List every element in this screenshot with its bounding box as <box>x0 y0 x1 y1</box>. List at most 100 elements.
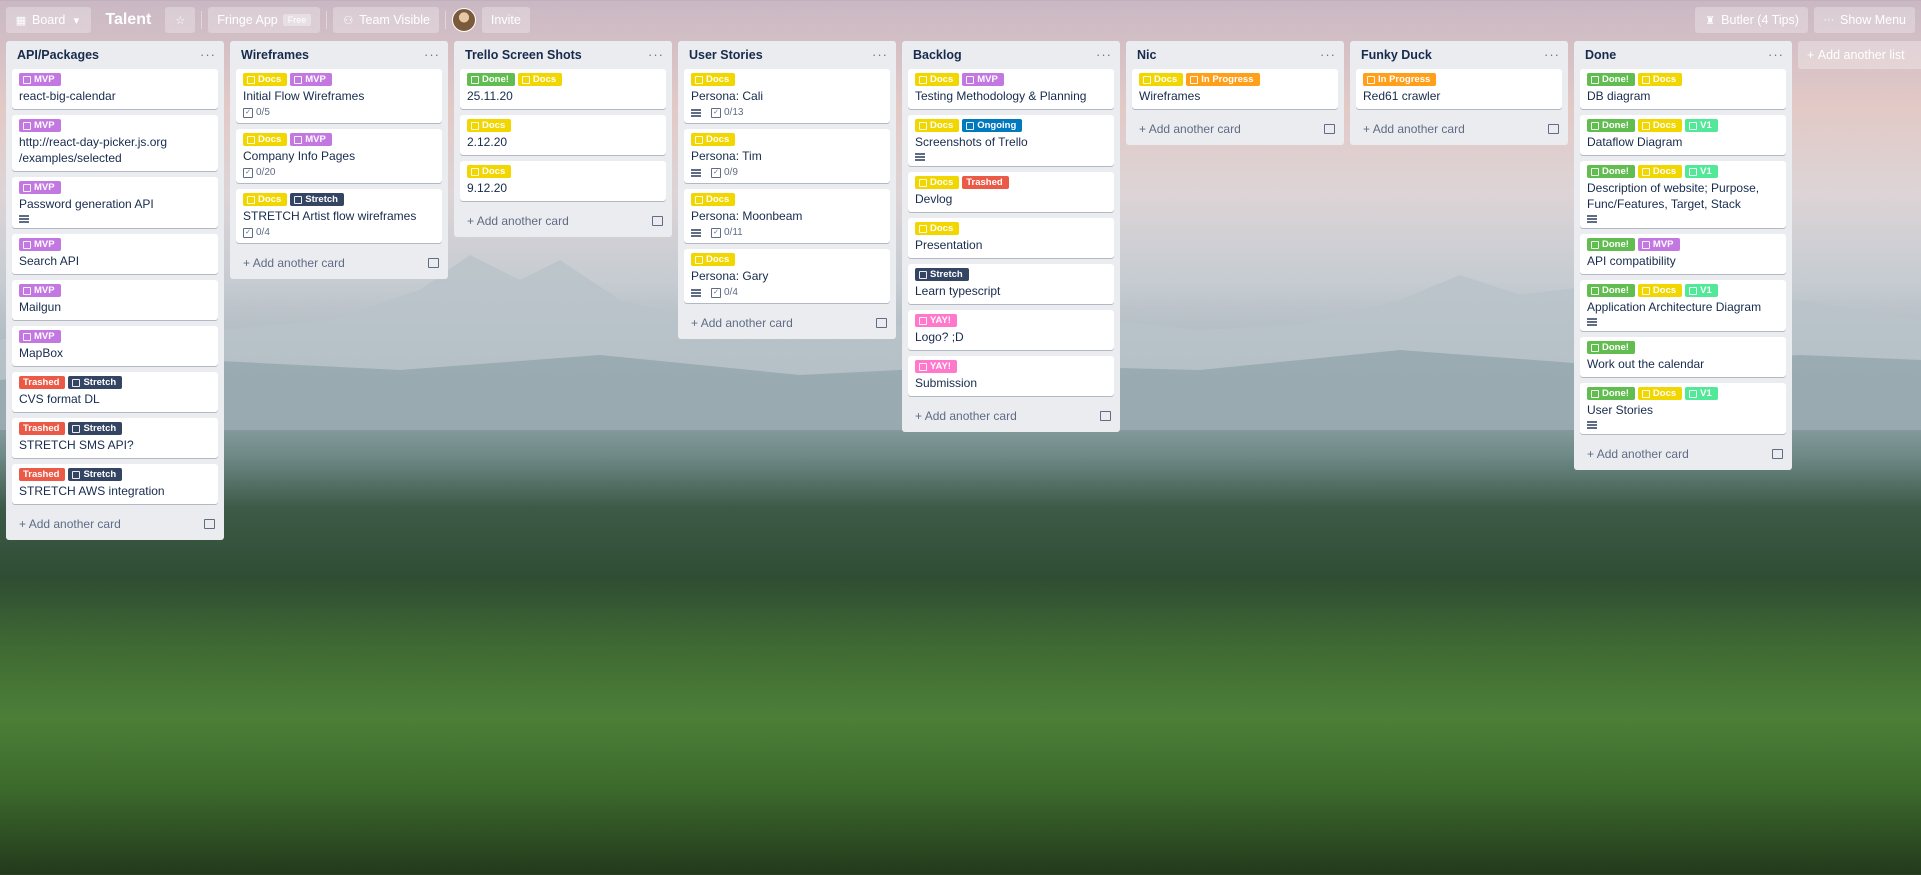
card[interactable]: Docs Persona: Gary ✓ 0/4 <box>684 249 890 303</box>
card[interactable]: MVP Password generation API <box>12 177 218 228</box>
card[interactable]: Docs In Progress Wireframes <box>1132 69 1338 109</box>
add-list-button[interactable]: + Add another list <box>1798 41 1921 69</box>
list-menu-icon[interactable]: ··· <box>1320 48 1336 61</box>
list-header[interactable]: Done ··· <box>1574 41 1792 69</box>
list-menu-icon[interactable]: ··· <box>648 48 664 61</box>
card[interactable]: MVP Mailgun <box>12 280 218 320</box>
label-icon <box>247 195 255 204</box>
card[interactable]: Trashed Stretch CVS format DL <box>12 372 218 412</box>
butler-button[interactable]: ♜ Butler (4 Tips) <box>1695 7 1808 33</box>
card-template-icon[interactable] <box>1100 411 1111 421</box>
add-card-button[interactable]: + Add another card <box>1587 447 1689 461</box>
add-card-button[interactable]: + Add another card <box>243 256 345 270</box>
list-header[interactable]: Nic ··· <box>1126 41 1344 69</box>
label-icon <box>23 286 31 295</box>
board-view-button[interactable]: ▦ Board ▾ <box>6 7 92 33</box>
card-title: 2.12.20 <box>467 135 508 149</box>
add-card-button[interactable]: + Add another card <box>691 316 793 330</box>
add-card-button[interactable]: + Add another card <box>1363 122 1465 136</box>
card[interactable]: Docs Trashed Devlog <box>908 172 1114 212</box>
card[interactable]: Trashed Stretch STRETCH SMS API? <box>12 418 218 458</box>
card[interactable]: MVP MapBox <box>12 326 218 366</box>
list-title[interactable]: User Stories <box>689 48 763 62</box>
list-menu-icon[interactable]: ··· <box>424 48 440 61</box>
star-button[interactable]: ☆ <box>165 7 196 33</box>
board-title[interactable]: Talent <box>97 11 159 29</box>
card-template-icon[interactable] <box>1324 124 1335 134</box>
card-template-icon[interactable] <box>1772 449 1783 459</box>
list-menu-icon[interactable]: ··· <box>1768 48 1784 61</box>
card[interactable]: Docs MVP Company Info Pages ✓ 0/20 <box>236 129 442 183</box>
list-1: API/Packages ··· MVP react-big-calendar M… <box>6 41 224 540</box>
card[interactable]: Stretch Learn typescript <box>908 264 1114 304</box>
card-template-icon[interactable] <box>652 216 663 226</box>
list-menu-icon[interactable]: ··· <box>200 48 216 61</box>
visibility-button[interactable]: ⚇ Team Visible <box>333 7 439 33</box>
card[interactable]: Trashed Stretch STRETCH AWS integration <box>12 464 218 504</box>
card[interactable]: MVP react-big-calendar <box>12 69 218 109</box>
show-menu-button[interactable]: ··· Show Menu <box>1813 7 1915 33</box>
list-title[interactable]: API/Packages <box>17 48 99 62</box>
card-template-icon[interactable] <box>1548 124 1559 134</box>
list-header[interactable]: Backlog ··· <box>902 41 1120 69</box>
card-label: Done! <box>1587 119 1635 132</box>
card[interactable]: Done! Docs V1 User Stories <box>1580 383 1786 434</box>
invite-button[interactable]: Invite <box>481 7 530 33</box>
card[interactable]: Docs Persona: Cali ✓ 0/13 <box>684 69 890 123</box>
list-menu-icon[interactable]: ··· <box>1544 48 1560 61</box>
list-title[interactable]: Wireframes <box>241 48 309 62</box>
card[interactable]: Done! Docs DB diagram <box>1580 69 1786 109</box>
card[interactable]: Done! Docs V1 Application Architecture Dia… <box>1580 280 1786 331</box>
list-2: Wireframes ··· Docs MVP Initial Flow Wire… <box>230 41 448 279</box>
card[interactable]: Docs Persona: Moonbeam ✓ 0/11 <box>684 189 890 243</box>
card-template-icon[interactable] <box>876 318 887 328</box>
card[interactable]: YAY! Submission <box>908 356 1114 396</box>
list-menu-icon[interactable]: ··· <box>872 48 888 61</box>
workspace-button[interactable]: Fringe App Free <box>208 7 321 33</box>
card[interactable]: Done! Docs V1 Description of website; Purp… <box>1580 161 1786 228</box>
card[interactable]: Docs Stretch STRETCH Artist flow wirefram… <box>236 189 442 243</box>
label-icon <box>919 362 927 371</box>
card[interactable]: YAY! Logo? ;D <box>908 310 1114 350</box>
label-icon <box>471 167 479 176</box>
list-header[interactable]: Funky Duck ··· <box>1350 41 1568 69</box>
card[interactable]: Docs MVP Initial Flow Wireframes ✓ 0/5 <box>236 69 442 123</box>
card[interactable]: Done! Docs 25.11.20 <box>460 69 666 109</box>
card[interactable]: In Progress Red61 crawler <box>1356 69 1562 109</box>
card[interactable]: Done! Work out the calendar <box>1580 337 1786 377</box>
avatar[interactable] <box>451 8 476 32</box>
list-title[interactable]: Backlog <box>913 48 962 62</box>
card-labels: Docs <box>467 165 659 178</box>
add-card-button[interactable]: + Add another card <box>467 214 569 228</box>
card[interactable]: MVP http://react-day-picker.js.org /exam… <box>12 115 218 171</box>
card[interactable]: Done! Docs V1 Dataflow Diagram <box>1580 115 1786 155</box>
card[interactable]: MVP Search API <box>12 234 218 274</box>
card[interactable]: Docs 9.12.20 <box>460 161 666 201</box>
add-card-button[interactable]: + Add another card <box>1139 122 1241 136</box>
list-header[interactable]: User Stories ··· <box>678 41 896 69</box>
list-title[interactable]: Funky Duck <box>1361 48 1432 62</box>
add-card-button[interactable]: + Add another card <box>915 409 1017 423</box>
card-template-icon[interactable] <box>204 519 215 529</box>
card[interactable]: Docs Persona: Tim ✓ 0/9 <box>684 129 890 183</box>
add-card-button[interactable]: + Add another card <box>19 517 121 531</box>
card-labels: YAY! <box>915 360 1107 373</box>
list-menu-icon[interactable]: ··· <box>1096 48 1112 61</box>
card[interactable]: Docs MVP Testing Methodology & Planning <box>908 69 1114 109</box>
card-label-text: Docs <box>1652 285 1677 296</box>
card[interactable]: Docs Presentation <box>908 218 1114 258</box>
card[interactable]: Done! MVP API compatibility <box>1580 234 1786 274</box>
list-header[interactable]: API/Packages ··· <box>6 41 224 69</box>
list-header[interactable]: Wireframes ··· <box>230 41 448 69</box>
list-header[interactable]: Trello Screen Shots ··· <box>454 41 672 69</box>
card[interactable]: Docs 2.12.20 <box>460 115 666 155</box>
card-template-icon[interactable] <box>428 258 439 268</box>
card-title: Dataflow Diagram <box>1587 135 1683 149</box>
card[interactable]: Docs Ongoing Screenshots of Trello <box>908 115 1114 166</box>
list-title[interactable]: Done <box>1585 48 1616 62</box>
label-icon <box>695 255 703 264</box>
list-title[interactable]: Nic <box>1137 48 1156 62</box>
card-label: MVP <box>1637 238 1680 251</box>
card-label-text: MVP <box>305 134 326 145</box>
list-title[interactable]: Trello Screen Shots <box>465 48 582 62</box>
